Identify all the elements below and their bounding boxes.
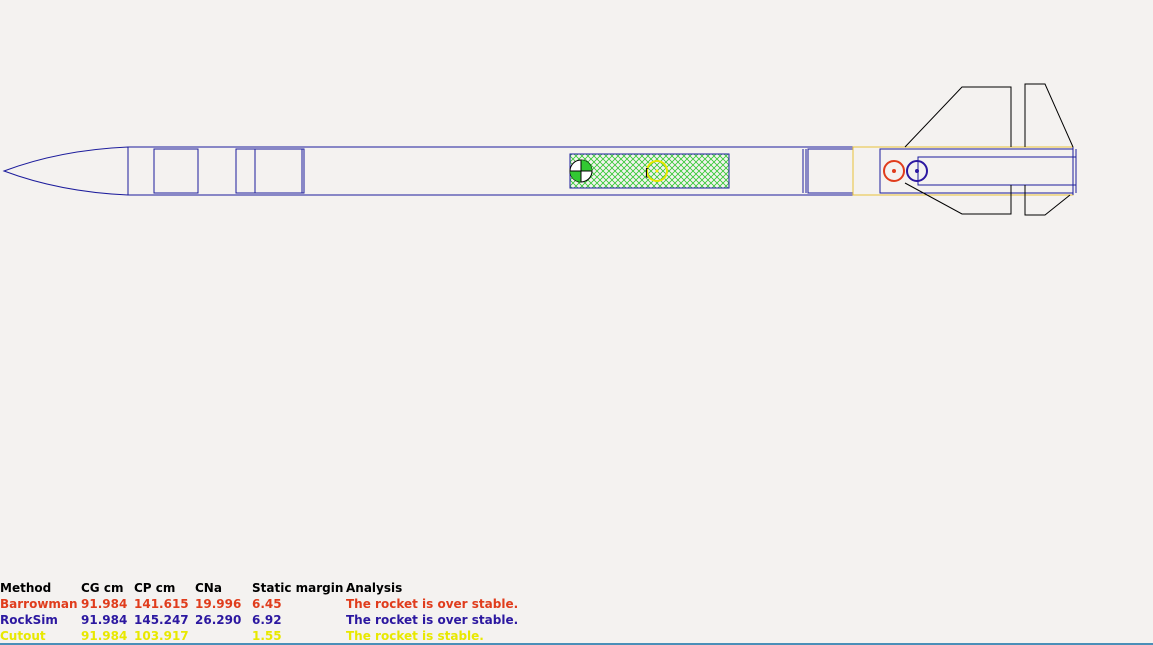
fin-top-aft (1024, 83, 1074, 148)
rocket-drawing: [ (2, 83, 1077, 216)
cg-cell: 91.984 (81, 629, 128, 643)
motor-mount-tube (879, 148, 1074, 194)
analysis-cell: The rocket is over stable. (346, 597, 519, 611)
header-method: Method (0, 581, 52, 595)
analysis-cell: The rocket is stable. (346, 629, 484, 643)
static-margin-cell: 6.45 (252, 597, 282, 611)
static-margin-cell: 6.92 (252, 613, 282, 627)
header-analysis: Analysis (346, 581, 403, 595)
header-cg: CG cm (81, 581, 124, 595)
cp-rocksim-marker (906, 160, 928, 182)
cna-cell: 26.290 (195, 613, 242, 627)
cna-cell: 19.996 (195, 597, 242, 611)
method-cell: RockSim (0, 613, 58, 627)
fin-top-forward (904, 86, 1012, 148)
rocket-design-canvas: [ Method CG cm CP cm CNa Static margin A… (0, 0, 1153, 645)
nose-cone (2, 146, 129, 196)
fin-bottom-forward (904, 182, 1012, 215)
cg-cell: 91.984 (81, 597, 128, 611)
header-static-margin: Static margin (252, 581, 344, 595)
cp-barrowman-marker (883, 160, 905, 182)
coupler-1 (153, 148, 199, 194)
method-cell: Barrowman (0, 597, 78, 611)
analysis-cell: The rocket is over stable. (346, 613, 519, 627)
motor-tube (917, 156, 1077, 186)
cg-marker (569, 159, 593, 183)
recovery-mass-component (569, 153, 730, 189)
static-margin-cell: 1.55 (252, 629, 282, 643)
coupler-3 (807, 148, 854, 194)
header-cp: CP cm (134, 581, 176, 595)
cp-cell: 103.917 (134, 629, 189, 643)
coupler-2 (235, 148, 305, 194)
header-cna: CNa (195, 581, 222, 595)
cp-cell: 141.615 (134, 597, 189, 611)
body-tube (127, 146, 854, 196)
fin-bottom-aft (1024, 185, 1071, 216)
cp-cell: 145.247 (134, 613, 189, 627)
cg-cell: 91.984 (81, 613, 128, 627)
engine-cutout-outline (852, 146, 1074, 196)
cutout-label: [ (645, 166, 649, 179)
method-cell: Cutout (0, 629, 46, 643)
